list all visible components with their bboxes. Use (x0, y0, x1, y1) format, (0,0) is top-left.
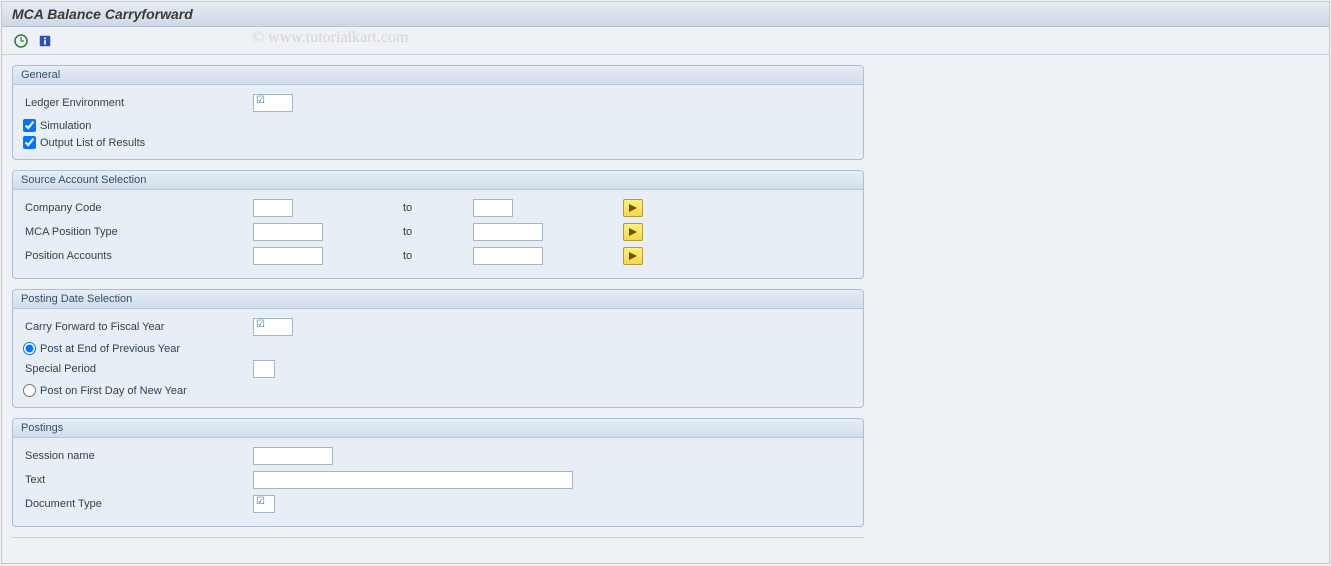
toolbar: © www.tutorialkart.com (2, 27, 1329, 55)
input-session-name[interactable] (253, 447, 333, 465)
group-postings: Postings Session name Text Document Type (12, 418, 864, 527)
label-session-name: Session name (23, 450, 253, 462)
label-position-accounts: Position Accounts (23, 250, 253, 262)
input-position-accounts-from[interactable] (253, 247, 323, 265)
label-simulation: Simulation (40, 120, 91, 132)
to-label-1: to (393, 226, 473, 238)
label-prev-year: Post at End of Previous Year (40, 343, 180, 355)
radio-prev-year[interactable] (23, 342, 36, 355)
form-area: General Ledger Environment ☑ Simulation (2, 55, 1329, 548)
label-ledger-env: Ledger Environment (23, 97, 253, 109)
title-bar: MCA Balance Carryforward (2, 2, 1329, 27)
input-position-accounts-to[interactable] (473, 247, 543, 265)
divider (12, 537, 864, 538)
group-posting-date: Posting Date Selection Carry Forward to … (12, 289, 864, 408)
label-output-list: Output List of Results (40, 137, 145, 149)
group-title-general: General (13, 66, 863, 85)
label-carry-forward: Carry Forward to Fiscal Year (23, 321, 253, 333)
watermark: © www.tutorialkart.com (252, 29, 408, 47)
group-title-posting-date: Posting Date Selection (13, 290, 863, 309)
app-container: MCA Balance Carryforward © www.tutorialk… (1, 1, 1330, 564)
label-new-year: Post on First Day of New Year (40, 385, 187, 397)
group-title-source: Source Account Selection (13, 171, 863, 190)
group-source: Source Account Selection Company Code to (12, 170, 864, 279)
group-general: General Ledger Environment ☑ Simulation (12, 65, 864, 160)
label-text: Text (23, 474, 253, 486)
input-mca-position-to[interactable] (473, 223, 543, 241)
checkbox-simulation[interactable] (23, 119, 36, 132)
input-company-code-from[interactable] (253, 199, 293, 217)
label-special-period: Special Period (23, 363, 253, 375)
multi-select-button[interactable] (623, 247, 643, 265)
input-text[interactable] (253, 471, 573, 489)
checkbox-output-list[interactable] (23, 136, 36, 149)
label-company-code: Company Code (23, 202, 253, 214)
label-mca-position-type: MCA Position Type (23, 226, 253, 238)
input-ledger-env[interactable] (253, 94, 293, 112)
to-label-0: to (393, 202, 473, 214)
input-document-type[interactable] (253, 495, 275, 513)
page-title: MCA Balance Carryforward (12, 6, 193, 22)
execute-icon[interactable] (12, 32, 30, 50)
label-document-type: Document Type (23, 498, 253, 510)
multi-select-button[interactable] (623, 199, 643, 217)
to-label-2: to (393, 250, 473, 262)
input-carry-forward[interactable] (253, 318, 293, 336)
radio-new-year[interactable] (23, 384, 36, 397)
info-icon[interactable] (36, 32, 54, 50)
input-special-period[interactable] (253, 360, 275, 378)
input-company-code-to[interactable] (473, 199, 513, 217)
group-title-postings: Postings (13, 419, 863, 438)
input-mca-position-from[interactable] (253, 223, 323, 241)
multi-select-button[interactable] (623, 223, 643, 241)
